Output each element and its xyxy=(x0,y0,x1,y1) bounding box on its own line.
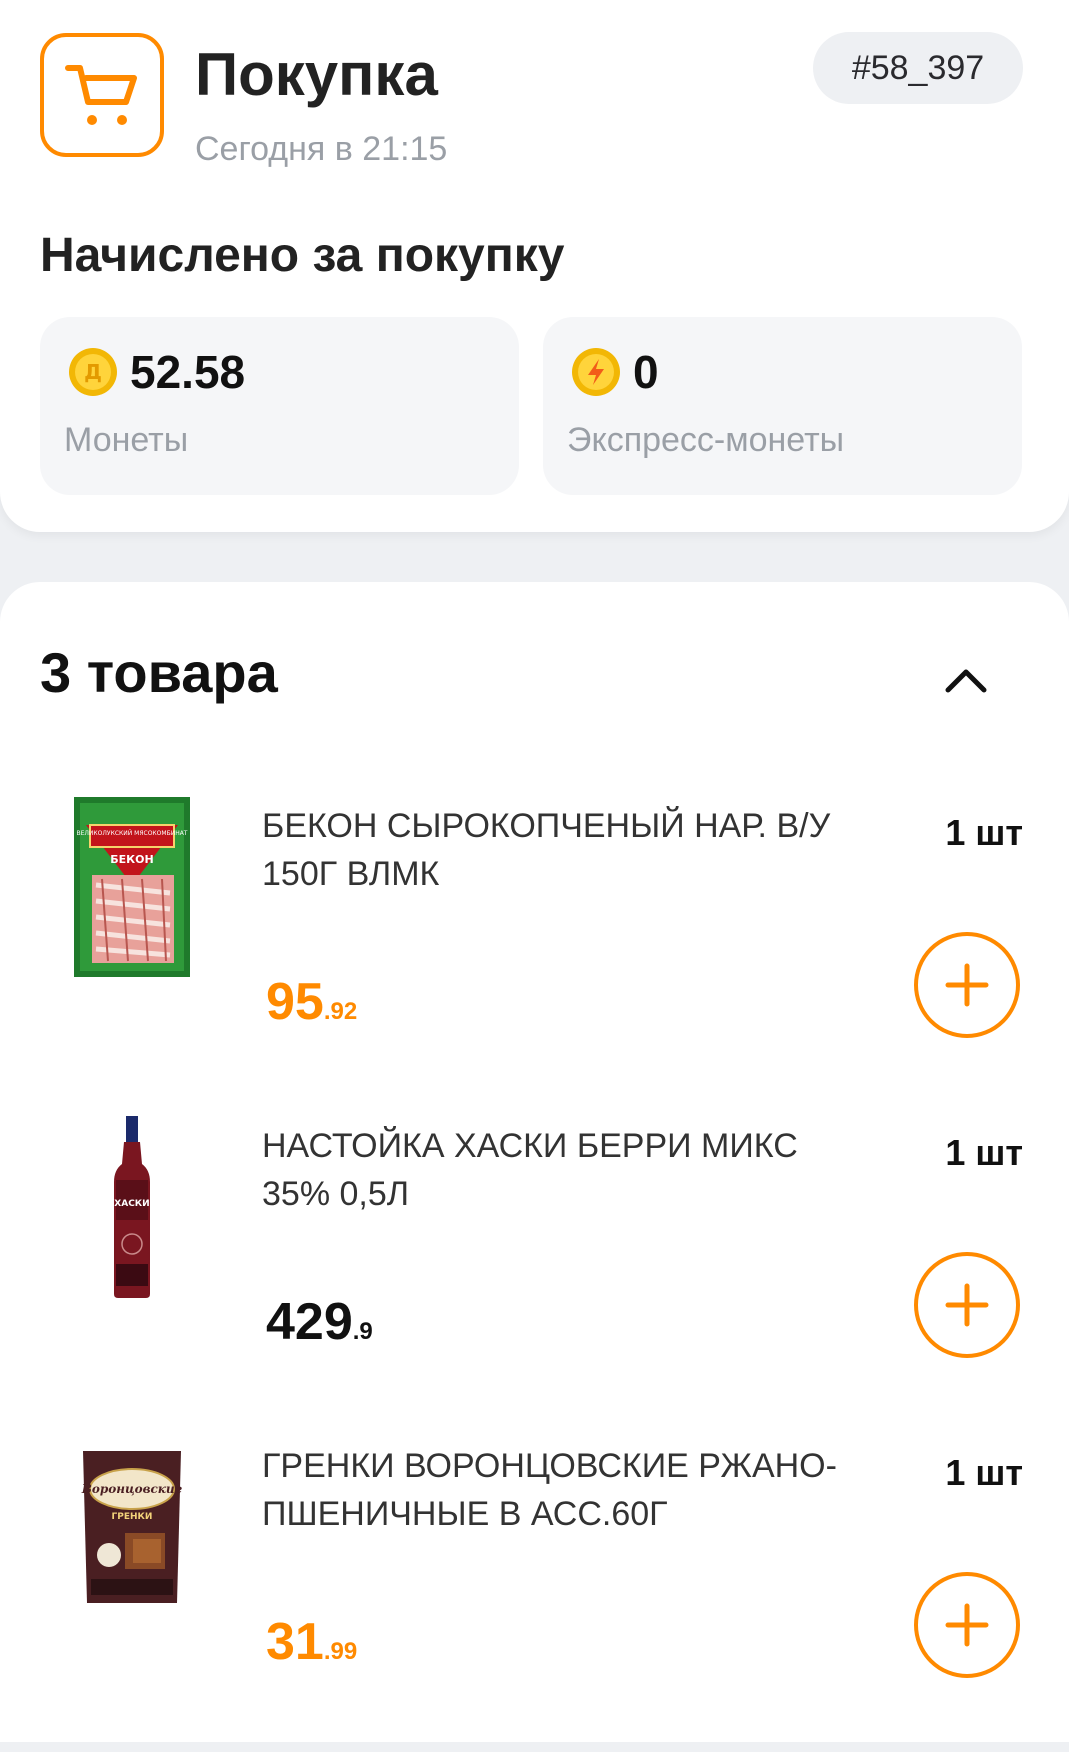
item-name: НАСТОЙКА ХАСКИ БЕРРИ МИКС 35% 0,5Л xyxy=(262,1127,798,1213)
price-decimal: .92 xyxy=(323,998,358,1025)
chevron-up-icon[interactable] xyxy=(942,664,990,694)
cart-icon-box xyxy=(40,33,164,157)
page-title: Покупка xyxy=(195,41,438,108)
price-decimal: .9 xyxy=(352,1318,373,1345)
add-item-button[interactable] xyxy=(914,1252,1020,1358)
order-number-badge[interactable]: #58_397 xyxy=(813,32,1023,104)
item-name: ГРЕНКИ ВОРОНЦОВСКИЕ РЖАНО-ПШЕНИЧНЫЕ В АС… xyxy=(262,1447,837,1533)
item-price: 31.99 xyxy=(266,1612,357,1672)
coins-label: Монеты xyxy=(64,421,189,459)
bacon-brand-text: ВЕЛИКОЛУКСКИЙ МЯСОКОМБИНАТ xyxy=(77,830,188,837)
coins-card: Д 52.58 Монеты xyxy=(40,317,519,495)
bacon-pack-image: ВЕЛИКОЛУКСКИЙ МЯСОКОМБИНАТ БЕКОН xyxy=(62,792,202,982)
purchase-header-card: Покупка Сегодня в 21:15 #58_397 Начислен… xyxy=(0,0,1069,532)
coin-icon: Д xyxy=(69,348,117,396)
add-item-button[interactable] xyxy=(914,1572,1020,1678)
croutons-brand-text: Воронцовские xyxy=(81,1482,183,1496)
price-decimal: .99 xyxy=(323,1638,358,1665)
add-item-button[interactable] xyxy=(914,932,1020,1038)
item-price: 95.92 xyxy=(266,972,357,1032)
croutons-label-text: ГРЕНКИ xyxy=(112,1512,153,1522)
bacon-label-text: БЕКОН xyxy=(110,853,153,866)
purchase-date: Сегодня в 21:15 xyxy=(195,130,448,168)
item-quantity: 1 шт xyxy=(945,812,1023,853)
croutons-pack-image: Воронцовские ГРЕНКИ xyxy=(62,1432,202,1622)
items-count-title: 3 товара xyxy=(40,641,278,704)
item-price: 429.9 xyxy=(266,1292,373,1352)
plus-icon xyxy=(945,963,989,1007)
coins-value: 52.58 xyxy=(130,346,246,398)
plus-icon xyxy=(945,1603,989,1647)
list-item[interactable]: ХАСКИ НАСТОЙКА ХАСКИ БЕРРИ МИКС 35% 0,5Л… xyxy=(0,1112,1069,1432)
express-coins-value: 0 xyxy=(633,346,659,398)
item-quantity: 1 шт xyxy=(945,1132,1023,1173)
plus-icon xyxy=(945,1283,989,1327)
items-card: 3 товара ВЕЛИКОЛУКСКИЙ МЯСОКОМБИНАТ БЕКО… xyxy=(0,582,1069,1742)
list-item[interactable]: ВЕЛИКОЛУКСКИЙ МЯСОКОМБИНАТ БЕКОН БЕКОН С… xyxy=(0,792,1069,1112)
express-coins-card: 0 Экспресс-монеты xyxy=(543,317,1022,495)
bottle-brand-text: ХАСКИ xyxy=(114,1199,149,1209)
price-integer: 95 xyxy=(266,973,324,1031)
bottle-image: ХАСКИ xyxy=(62,1112,202,1302)
svg-text:Д: Д xyxy=(84,360,102,384)
lightning-coin-icon xyxy=(572,348,620,396)
cart-icon xyxy=(65,65,137,125)
price-integer: 31 xyxy=(266,1613,324,1671)
item-name: БЕКОН СЫРОКОПЧЕНЫЙ НАР. В/У 150Г ВЛМК xyxy=(262,807,831,893)
accrued-title: Начислено за покупку xyxy=(40,229,565,282)
item-quantity: 1 шт xyxy=(945,1452,1023,1493)
express-coins-label: Экспресс-монеты xyxy=(567,421,845,459)
price-integer: 429 xyxy=(266,1293,353,1351)
list-item[interactable]: Воронцовские ГРЕНКИ ГРЕНКИ ВОРОНЦОВСКИЕ … xyxy=(0,1432,1069,1752)
